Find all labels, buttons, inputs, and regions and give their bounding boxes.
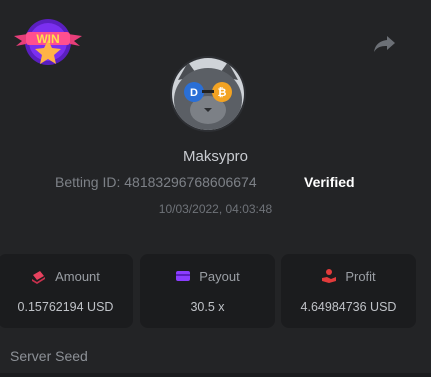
server-seed-title: Server Seed (10, 348, 88, 364)
win-badge: WIN (12, 14, 84, 68)
amount-value: 0.15762194 USD (17, 300, 114, 314)
profit-hand-icon (322, 269, 337, 283)
betting-id-label: Betting ID: (55, 174, 121, 190)
amount-card: Amount 0.15762194 USD (0, 254, 133, 328)
payout-card: Payout 30.5 x (140, 254, 275, 328)
payout-value: 30.5 x (190, 300, 225, 314)
stats-cards: Amount 0.15762194 USD Payout 30.5 x Prof… (0, 254, 431, 328)
server-seed-field (0, 373, 431, 377)
betting-id-value: 48183296768606674 (124, 174, 257, 190)
avatar: D ₿ (172, 58, 244, 130)
payout-label: Payout (199, 268, 240, 284)
share-arrow-icon (374, 36, 395, 52)
wallet-card-icon (176, 271, 191, 281)
profit-value: 4.64984736 USD (300, 300, 397, 314)
betting-id: Betting ID: 48183296768606674 (55, 174, 257, 190)
svg-text:WIN: WIN (36, 32, 59, 46)
share-button[interactable] (373, 34, 397, 54)
bet-timestamp: 10/03/2022, 04:03:48 (158, 202, 273, 216)
profit-card: Profit 4.64984736 USD (281, 254, 416, 328)
profit-label: Profit (345, 268, 376, 284)
svg-text:₿: ₿ (218, 87, 227, 99)
win-star-badge-icon: WIN (14, 19, 82, 65)
amount-label: Amount (55, 268, 100, 284)
cat-avatar-icon: D ₿ (172, 58, 244, 130)
coins-icon (32, 271, 46, 284)
username: Maksypro (182, 148, 249, 165)
verified-badge: Verified (304, 174, 355, 190)
svg-text:D: D (190, 87, 198, 99)
